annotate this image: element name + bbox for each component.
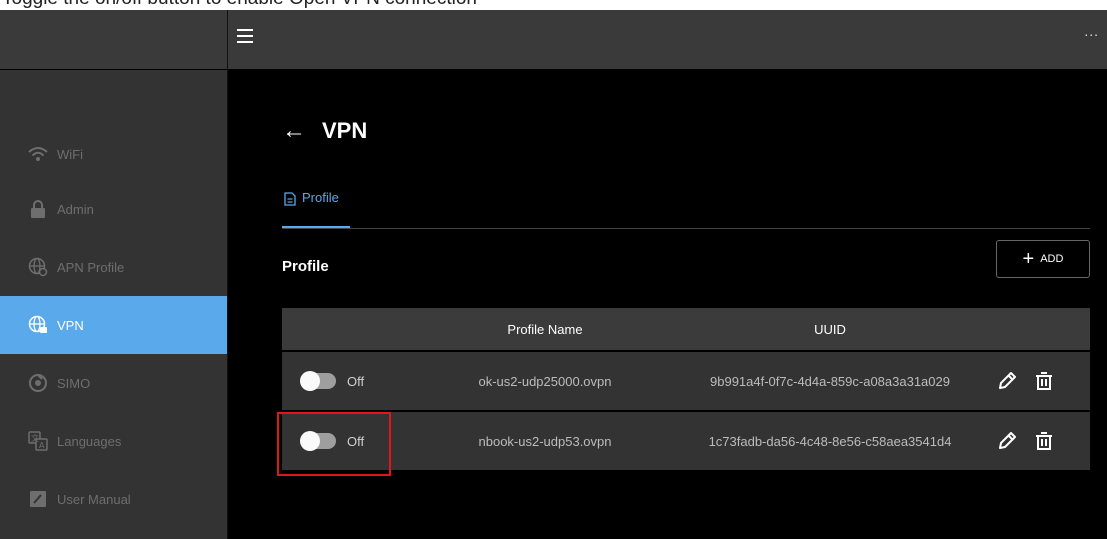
profile-table: Profile Name UUID Off ok-us2-udp25000.ov…	[282, 308, 1090, 470]
uuid-cell: 9b991a4f-0f7c-4d4a-859c-a08a3a31a029	[710, 373, 950, 389]
app-window: WiFi Admin APN Profile VPN SIMO 文 A Lang…	[0, 10, 1107, 539]
add-profile-button[interactable]: + ADD	[996, 240, 1090, 278]
page-header: ← VPN	[282, 118, 367, 144]
table-header: Profile Name UUID	[282, 308, 1090, 350]
instruction-caption: Toggle the on/off button to enable Open …	[0, 0, 1107, 10]
main-content: ← VPN Profile Profile + ADD Profile Name…	[228, 70, 1107, 539]
sidebar-item-languages[interactable]: 文A Languages	[0, 412, 227, 470]
sidebar-item-label: VPN	[57, 317, 84, 333]
manual-icon	[28, 489, 48, 509]
sidebar-item-user-manual[interactable]: User Manual	[0, 470, 227, 528]
sidebar-item-simo[interactable]: SIMO	[0, 354, 227, 412]
sidebar-item-label: APN Profile	[57, 259, 125, 275]
instruction-text: Toggle the on/off button to enable Open …	[2, 0, 477, 9]
simo-icon	[28, 373, 48, 393]
wifi-icon	[28, 144, 48, 164]
page-title: VPN	[322, 118, 368, 143]
sidebar-item-label: Languages	[57, 433, 122, 449]
add-button-label: ADD	[1040, 253, 1064, 265]
toggle-state-label: Off	[347, 373, 365, 389]
sidebar-header	[0, 10, 227, 70]
sidebar-item-label: User Manual	[57, 491, 131, 507]
svg-text:A: A	[39, 441, 45, 450]
uuid-cell: 1c73fadb-da56-4c48-8e56-c58aea3541d4	[708, 433, 952, 449]
section-title: Profile	[282, 258, 329, 275]
vpn-toggle-switch[interactable]	[300, 431, 336, 451]
plus-icon: +	[1022, 248, 1035, 270]
delete-trash-icon[interactable]	[1033, 430, 1055, 452]
lock-icon	[28, 199, 48, 219]
delete-trash-icon[interactable]	[1033, 370, 1055, 392]
more-options-icon[interactable]: ...	[1084, 23, 1099, 39]
tab-profile[interactable]: Profile	[282, 190, 350, 228]
table-row: Off nbook-us2-udp53.ovpn 1c73fadb-da56-4…	[282, 412, 1090, 470]
profile-name-cell: ok-us2-udp25000.ovpn	[478, 373, 612, 389]
document-icon	[284, 192, 296, 209]
column-header-uuid: UUID	[814, 321, 846, 337]
sidebar-item-apn-profile[interactable]: APN Profile	[0, 238, 227, 296]
sidebar-item-admin[interactable]: Admin	[0, 180, 227, 238]
vpn-toggle-cell: Off	[300, 352, 402, 410]
apn-globe-icon	[28, 257, 48, 277]
tab-bar: Profile	[282, 190, 1090, 229]
vpn-globe-icon	[28, 315, 48, 335]
profile-name-cell: nbook-us2-udp53.ovpn	[478, 433, 612, 449]
translate-icon: 文A	[28, 431, 48, 451]
vpn-toggle-switch[interactable]	[300, 371, 336, 391]
sidebar-item-wifi[interactable]: WiFi	[0, 128, 227, 180]
toggle-knob	[300, 431, 320, 451]
table-row: Off ok-us2-udp25000.ovpn 9b991a4f-0f7c-4…	[282, 352, 1090, 410]
edit-pencil-icon[interactable]	[996, 430, 1018, 452]
sidebar-item-label: WiFi	[57, 146, 83, 162]
toggle-state-label: Off	[347, 433, 365, 449]
toggle-knob	[300, 371, 320, 391]
sidebar: WiFi Admin APN Profile VPN SIMO 文 A Lang…	[0, 10, 227, 539]
sidebar-item-vpn[interactable]: VPN	[0, 296, 227, 354]
sidebar-item-label: SIMO	[57, 375, 91, 391]
back-arrow-icon[interactable]: ←	[282, 119, 306, 143]
tab-label: Profile	[302, 190, 339, 205]
sidebar-item-label: Admin	[57, 201, 94, 217]
hamburger-menu-icon[interactable]	[237, 29, 253, 43]
top-bar: ...	[228, 10, 1107, 70]
sidebar-nav: WiFi Admin APN Profile VPN SIMO 文 A Lang…	[0, 128, 227, 528]
svg-text:文: 文	[31, 433, 39, 443]
edit-pencil-icon[interactable]	[996, 370, 1018, 392]
column-header-profile-name: Profile Name	[507, 321, 583, 337]
vpn-toggle-cell: Off	[300, 412, 402, 470]
